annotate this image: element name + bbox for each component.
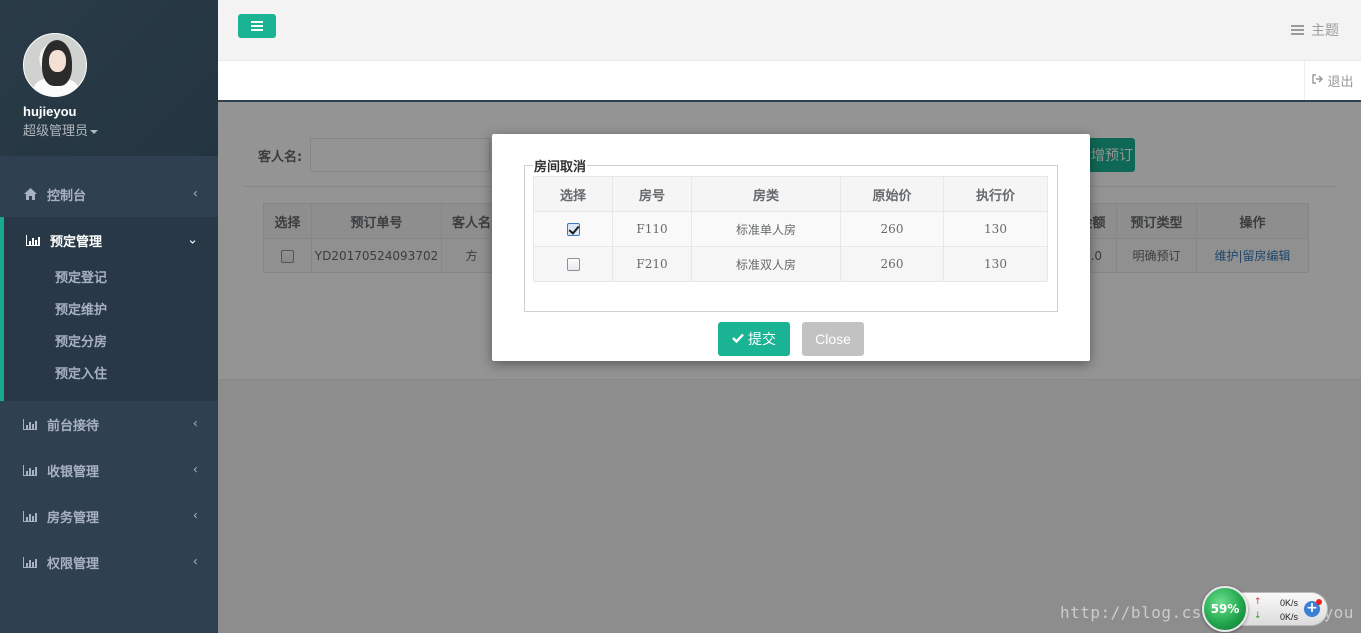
original-price-cell: 260 xyxy=(840,246,944,282)
column-header: 房类 xyxy=(691,176,841,212)
chevron-left-icon: ‹ xyxy=(192,554,198,570)
nav-label: 控制台 xyxy=(47,188,87,204)
user-role-label: 超级管理员 xyxy=(23,124,89,139)
nav-item-cashier[interactable]: 收银管理 ‹ xyxy=(0,447,218,493)
column-header: 房号 xyxy=(612,176,692,212)
bar-chart-icon xyxy=(23,510,37,522)
nav-item-front-desk[interactable]: 前台接待 ‹ xyxy=(0,401,218,447)
room-table: 选择 房号 房类 原始价 执行价 F110 标准单人房 260 130 F210… xyxy=(533,176,1048,282)
logout-label: 退出 xyxy=(1327,75,1354,90)
room-type-cell: 标准双人房 xyxy=(691,246,841,282)
nav-label: 权限管理 xyxy=(47,556,100,572)
chevron-left-icon: ‹ xyxy=(192,416,198,432)
theme-button[interactable]: 主题 xyxy=(1291,20,1339,40)
bar-chart-icon xyxy=(23,418,37,430)
tasks-icon xyxy=(1291,25,1304,35)
column-header: 原始价 xyxy=(840,176,944,212)
memory-usage-ball[interactable]: 59% xyxy=(1202,586,1248,632)
nav-label: 预定管理 xyxy=(50,234,103,250)
upload-arrow-icon: ↑ xyxy=(1254,597,1262,607)
close-button[interactable]: Close xyxy=(802,322,864,356)
room-number-cell: F110 xyxy=(612,211,692,247)
subnav-item-checkin[interactable]: 预定入住 xyxy=(4,359,218,391)
chevron-left-icon: ‹ xyxy=(192,508,198,524)
chevron-left-icon: ‹ xyxy=(192,186,198,202)
notification-dot xyxy=(1316,599,1322,605)
executed-price-cell: 130 xyxy=(943,211,1048,247)
subnav-item-maintain[interactable]: 预定维护 xyxy=(4,295,218,327)
tab-bar: 退出 xyxy=(218,61,1361,102)
cancel-room-dialog: 房间取消 选择 房号 房类 原始价 执行价 F110 标准单人房 260 130… xyxy=(492,134,1090,361)
bar-chart-icon xyxy=(26,234,40,246)
avatar[interactable] xyxy=(23,33,87,97)
caret-down-icon xyxy=(90,129,99,134)
download-arrow-icon: ↓ xyxy=(1254,611,1262,621)
top-navbar: 主题 xyxy=(218,0,1361,61)
nav-item-housekeeping[interactable]: 房务管理 ‹ xyxy=(0,493,218,539)
submit-label: 提交 xyxy=(748,332,776,348)
nav-label: 前台接待 xyxy=(47,418,100,434)
nav-group-reservation: 预定管理 ⌄ 预定登记 预定维护 预定分房 预定入住 xyxy=(0,217,218,401)
nav-item-reservation[interactable]: 预定管理 ⌄ xyxy=(4,217,218,263)
nav-label: 收银管理 xyxy=(47,464,100,480)
theme-label: 主题 xyxy=(1311,23,1339,39)
nav-item-permissions[interactable]: 权限管理 ‹ xyxy=(0,539,218,585)
table-row: F210 标准双人房 260 130 xyxy=(533,246,1048,282)
bar-chart-icon xyxy=(23,556,37,568)
download-rate: 0K/s xyxy=(1280,612,1299,622)
chevron-left-icon: ‹ xyxy=(192,462,198,478)
network-speed-widget[interactable]: 59% ↑ ↓ 0K/s 0K/s + xyxy=(1202,586,1328,632)
menu-toggle-button[interactable] xyxy=(238,14,276,38)
nav-label: 房务管理 xyxy=(47,510,100,526)
username: hujieyou xyxy=(23,104,77,119)
room-type-cell: 标准单人房 xyxy=(691,211,841,247)
row-select-cell xyxy=(533,211,613,247)
table-row: F110 标准单人房 260 130 xyxy=(533,211,1048,247)
executed-price-cell: 130 xyxy=(943,246,1048,282)
sign-out-icon xyxy=(1312,73,1324,88)
nav-item-dashboard[interactable]: 控制台 ‹ xyxy=(0,171,218,217)
chevron-down-icon: ⌄ xyxy=(187,232,198,248)
column-header: 选择 xyxy=(533,176,613,212)
submit-button[interactable]: 提交 xyxy=(718,322,790,356)
sidebar: hujieyou 超级管理员 控制台 ‹ 预定管理 ⌄ 预定登记 预定维护 预定… xyxy=(0,0,218,633)
column-header: 执行价 xyxy=(943,176,1048,212)
home-icon xyxy=(23,188,37,200)
room-checkbox-checked[interactable] xyxy=(566,223,580,236)
check-icon xyxy=(732,331,744,347)
original-price-cell: 260 xyxy=(840,211,944,247)
upload-rate: 0K/s xyxy=(1280,598,1299,608)
subnav: 预定登记 预定维护 预定分房 预定入住 xyxy=(4,263,218,401)
subnav-item-register[interactable]: 预定登记 xyxy=(4,263,218,295)
user-role-dropdown[interactable]: 超级管理员 xyxy=(23,120,218,139)
speed-rates: 0K/s 0K/s xyxy=(1280,596,1298,624)
logout-button[interactable]: 退出 xyxy=(1304,61,1361,100)
profile-panel: hujieyou 超级管理员 xyxy=(0,0,218,156)
room-number-cell: F210 xyxy=(612,246,692,282)
fieldset-legend: 房间取消 xyxy=(534,160,587,175)
row-select-cell xyxy=(533,246,613,282)
bar-chart-icon xyxy=(23,464,37,476)
room-checkbox[interactable] xyxy=(566,258,580,271)
subnav-item-assign-room[interactable]: 预定分房 xyxy=(4,327,218,359)
